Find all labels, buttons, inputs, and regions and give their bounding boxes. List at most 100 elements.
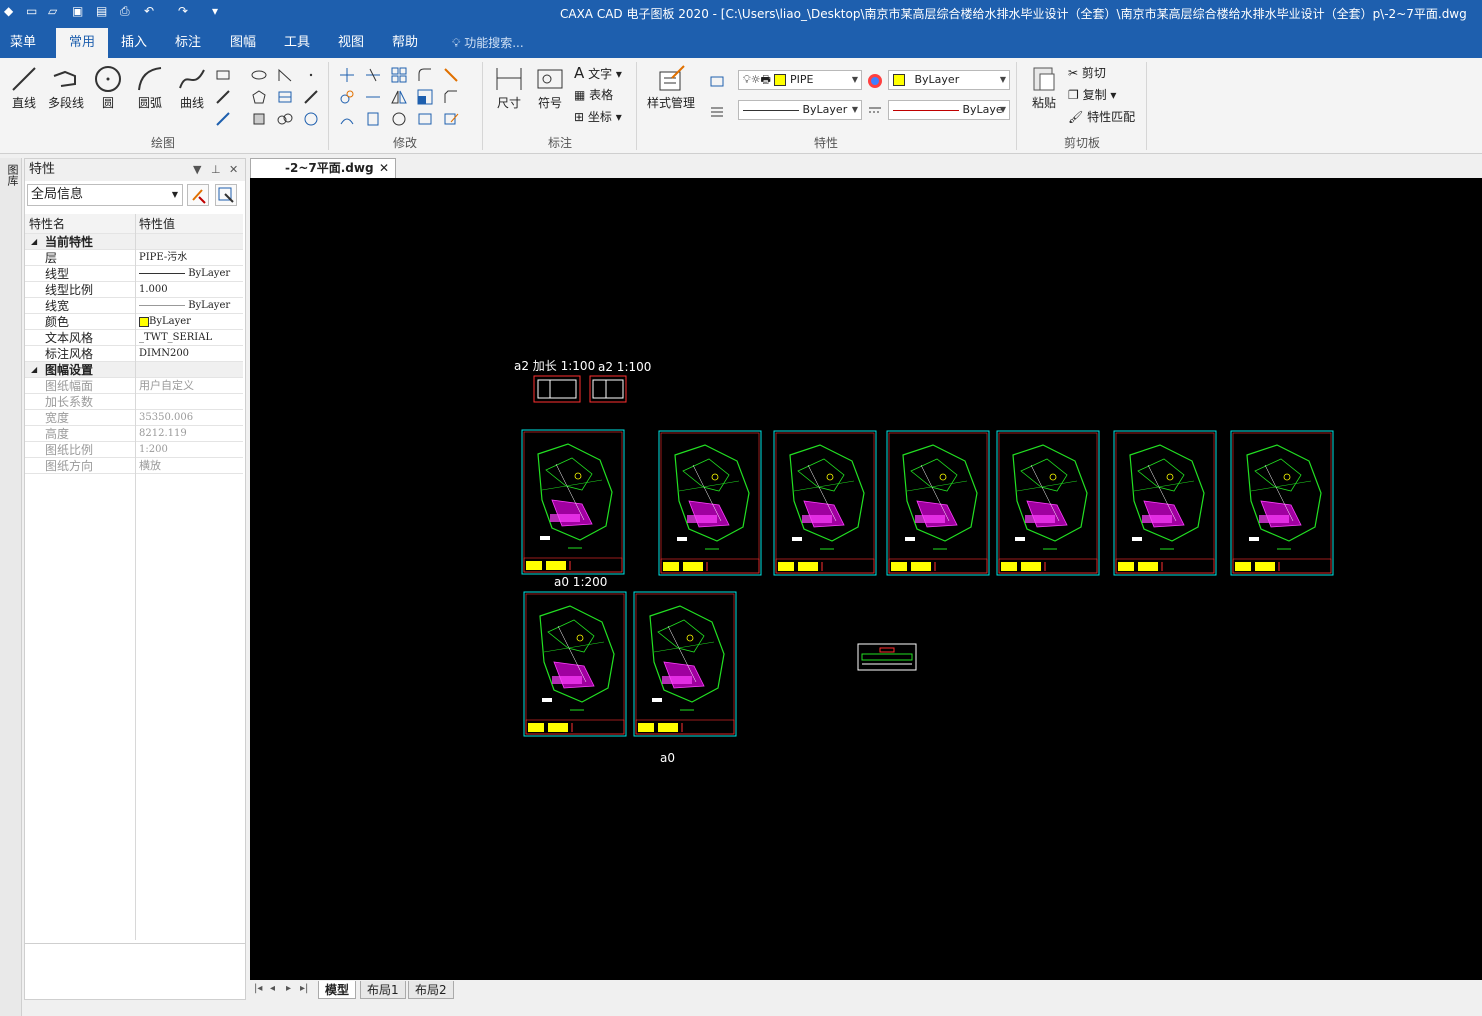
arrow-icon[interactable] [302,88,320,106]
select-objects-button[interactable] [215,184,237,206]
tab-common[interactable]: 常用 [56,28,108,58]
centerline-icon[interactable] [214,110,232,128]
table-row[interactable]: 宽度 35350.006 [25,410,243,426]
table-row[interactable]: 图纸比例 1:200 [25,442,243,458]
panel-menu-icon[interactable]: ▼ [193,159,201,181]
stretch-icon[interactable] [364,110,382,128]
match-properties-button[interactable]: 🖌︎ 特性匹配 [1068,108,1135,125]
redo-icon[interactable]: ↷ [178,4,188,18]
edit-icon[interactable] [442,110,460,128]
table-row[interactable]: 颜色 ByLayer [25,314,243,330]
open-file-icon[interactable]: ▱ [48,4,57,18]
offset-icon[interactable] [338,110,356,128]
layout-tab-1[interactable]: 布局1 [360,981,406,999]
scale-icon[interactable] [416,88,434,106]
menu-main[interactable]: 菜单 [0,28,46,58]
tab-help[interactable]: 帮助 [380,28,430,58]
tab-view[interactable]: 视图 [326,28,376,58]
line-button[interactable]: 直线 [6,64,42,111]
polyline-button[interactable]: 多段线 [44,64,88,111]
print-icon[interactable]: ⎙ [120,4,130,19]
prev-tab-icon[interactable]: ◂ [270,983,275,994]
style-manager-button[interactable]: 样式管理 [642,64,700,111]
plan-sheet[interactable] [521,429,625,575]
trim-icon[interactable] [364,66,382,84]
legend-block[interactable] [857,643,917,671]
pin-icon[interactable]: ⊥ [211,159,221,181]
quick-select-button[interactable] [187,184,209,206]
color-wheel-icon[interactable] [866,72,884,90]
copy-button[interactable]: ❐ 复制 ▾ [1068,86,1116,103]
rotate-icon[interactable] [390,110,408,128]
drawing-canvas[interactable]: a2 加长 1:100 a2 1:100 a0 1:200 a0 [250,178,1482,980]
erase-icon[interactable] [442,66,460,84]
tab-insert[interactable]: 插入 [110,28,158,58]
table-row[interactable]: 标注风格 DIMN200 [25,346,243,362]
save-all-icon[interactable]: ▤ [96,4,107,18]
rectangle-icon[interactable] [214,66,232,84]
table-row[interactable]: 文本风格 _TWT_SERIAL [25,330,243,346]
cloud-icon[interactable] [276,110,294,128]
ellipse-icon[interactable] [250,66,268,84]
customize-quick-access-icon[interactable]: ▾ [212,4,218,18]
close-tab-icon[interactable]: ✕ [379,159,389,177]
cut-button[interactable]: ✂ 剪切 [1068,64,1106,81]
plan-sheet[interactable] [633,591,737,737]
array-icon[interactable] [390,66,408,84]
chamfer-icon[interactable] [442,88,460,106]
explode-icon[interactable] [416,110,434,128]
new-file-icon[interactable]: ▭ [26,4,37,18]
image-icon[interactable] [302,110,320,128]
object-select[interactable]: 全局信息 ▼ [27,184,183,206]
table-row[interactable]: 层 PIPE-污水 [25,250,243,266]
table-row[interactable]: 线型 ByLayer [25,266,243,282]
section-sheet[interactable]: ◢ 图幅设置 [25,362,243,378]
plan-sheet[interactable] [773,430,877,576]
last-tab-icon[interactable]: ▸| [300,983,308,994]
hatch-icon[interactable] [276,88,294,106]
plan-sheet[interactable] [1113,430,1217,576]
plan-sheet[interactable] [1230,430,1334,576]
table-button[interactable]: ▦ 表格 [574,86,613,103]
linetype-select[interactable]: ByLayer ▼ [738,100,862,120]
small-sheet[interactable] [589,375,627,403]
paste-button[interactable]: 粘贴 [1024,64,1064,111]
first-tab-icon[interactable]: |◂ [254,983,262,994]
angle-line-icon[interactable] [276,66,294,84]
circle-button[interactable]: 圆 [90,64,126,111]
region-icon[interactable] [250,110,268,128]
section-current[interactable]: ◢ 当前特性 [25,234,243,250]
table-row[interactable]: 图纸幅面 用户自定义 [25,378,243,394]
library-tab[interactable]: 图库 [4,164,20,186]
color-select[interactable]: ByLayer ▼ [888,70,1010,90]
layout-tab-2[interactable]: 布局2 [408,981,454,999]
plan-sheet[interactable] [996,430,1100,576]
tab-annotate[interactable]: 标注 [164,28,212,58]
small-sheet[interactable] [533,375,581,403]
close-icon[interactable]: ✕ [229,159,238,181]
plan-sheet[interactable] [523,591,627,737]
plan-sheet[interactable] [658,430,762,576]
table-row[interactable]: 加长系数 [25,394,243,410]
table-row[interactable]: 图纸方向 横放 [25,458,243,474]
fillet-icon[interactable] [416,66,434,84]
dimension-button[interactable]: 尺寸 [490,64,528,111]
table-row[interactable]: 高度 8212.119 [25,426,243,442]
feature-search[interactable]: 💡︎ 功能搜索... [452,28,524,58]
copy-object-icon[interactable] [338,88,356,106]
line-style-icon[interactable] [866,102,884,120]
layout-tab-model[interactable]: 模型 [318,981,357,999]
coordinate-button[interactable]: ⊞ 坐标 ▾ [574,108,622,125]
tab-sheet[interactable]: 图幅 [218,28,268,58]
arc-button[interactable]: 圆弧 [130,64,170,111]
symbol-button[interactable]: 符号 [532,64,568,111]
save-icon[interactable]: ▣ [72,4,83,18]
lineweight-select[interactable]: ByLaye ▼ [888,100,1010,120]
layer-manager-icon[interactable] [708,72,726,90]
mirror-icon[interactable] [390,88,408,106]
extend-icon[interactable] [364,88,382,106]
plan-sheet[interactable] [886,430,990,576]
undo-icon[interactable]: ↶ [144,4,154,18]
table-row[interactable]: 线宽 ByLayer [25,298,243,314]
pen-icon[interactable] [214,88,232,106]
